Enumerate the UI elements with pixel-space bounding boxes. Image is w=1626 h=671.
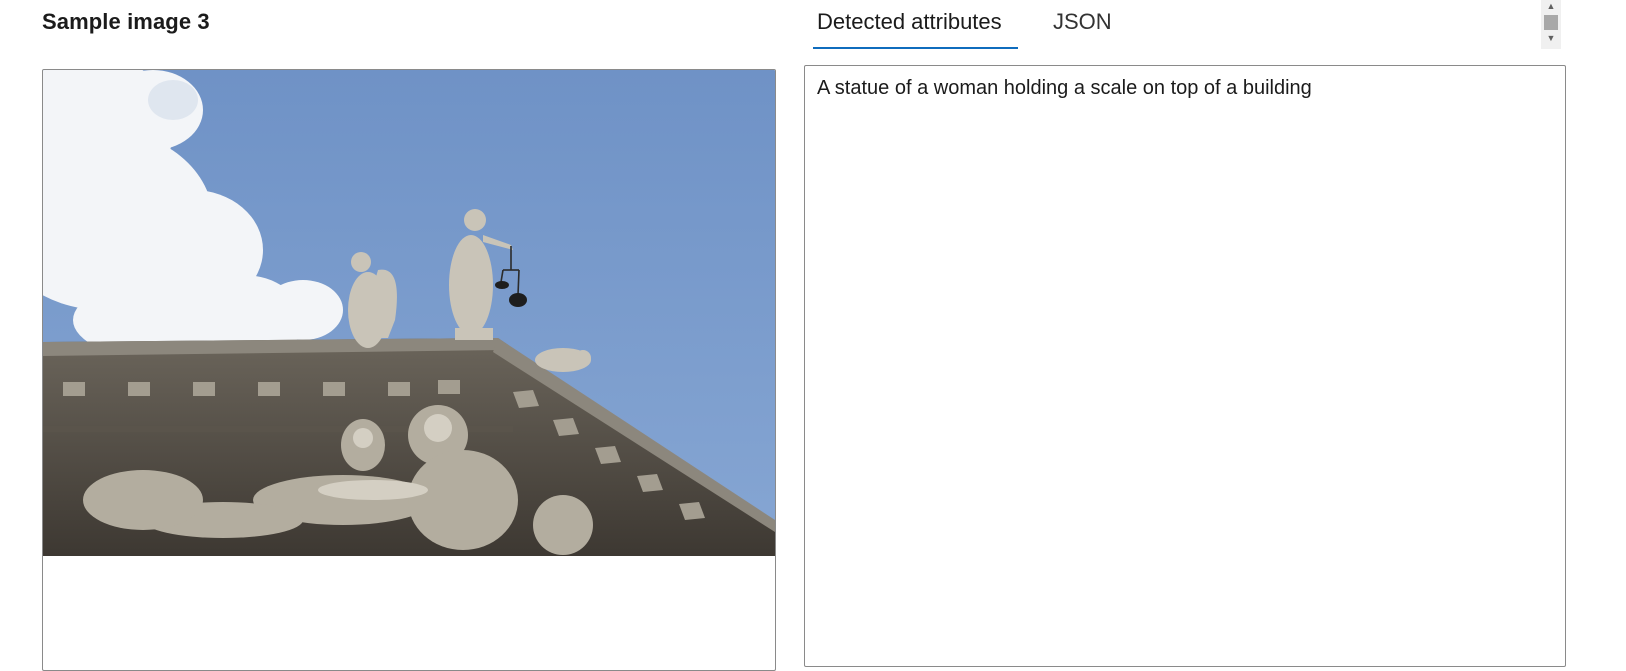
statue-on-building-photo	[43, 70, 775, 556]
scroll-down-arrow-icon[interactable]: ▼	[1541, 32, 1561, 44]
tab-json[interactable]: JSON	[1053, 9, 1112, 35]
sample-image-title: Sample image 3	[42, 9, 210, 34]
sample-image-panel	[42, 69, 776, 671]
caption-text: A statue of a woman holding a scale on t…	[817, 77, 1312, 99]
tab-detected-attributes[interactable]: Detected attributes	[817, 9, 1002, 35]
scroll-up-arrow-icon[interactable]: ▲	[1541, 0, 1561, 12]
selected-tab-indicator	[813, 47, 1018, 49]
detected-attributes-panel: A statue of a woman holding a scale on t…	[804, 65, 1566, 667]
scrollbar-thumb[interactable]	[1544, 15, 1558, 30]
scrollbar[interactable]: ▲ ▼	[1541, 0, 1561, 49]
